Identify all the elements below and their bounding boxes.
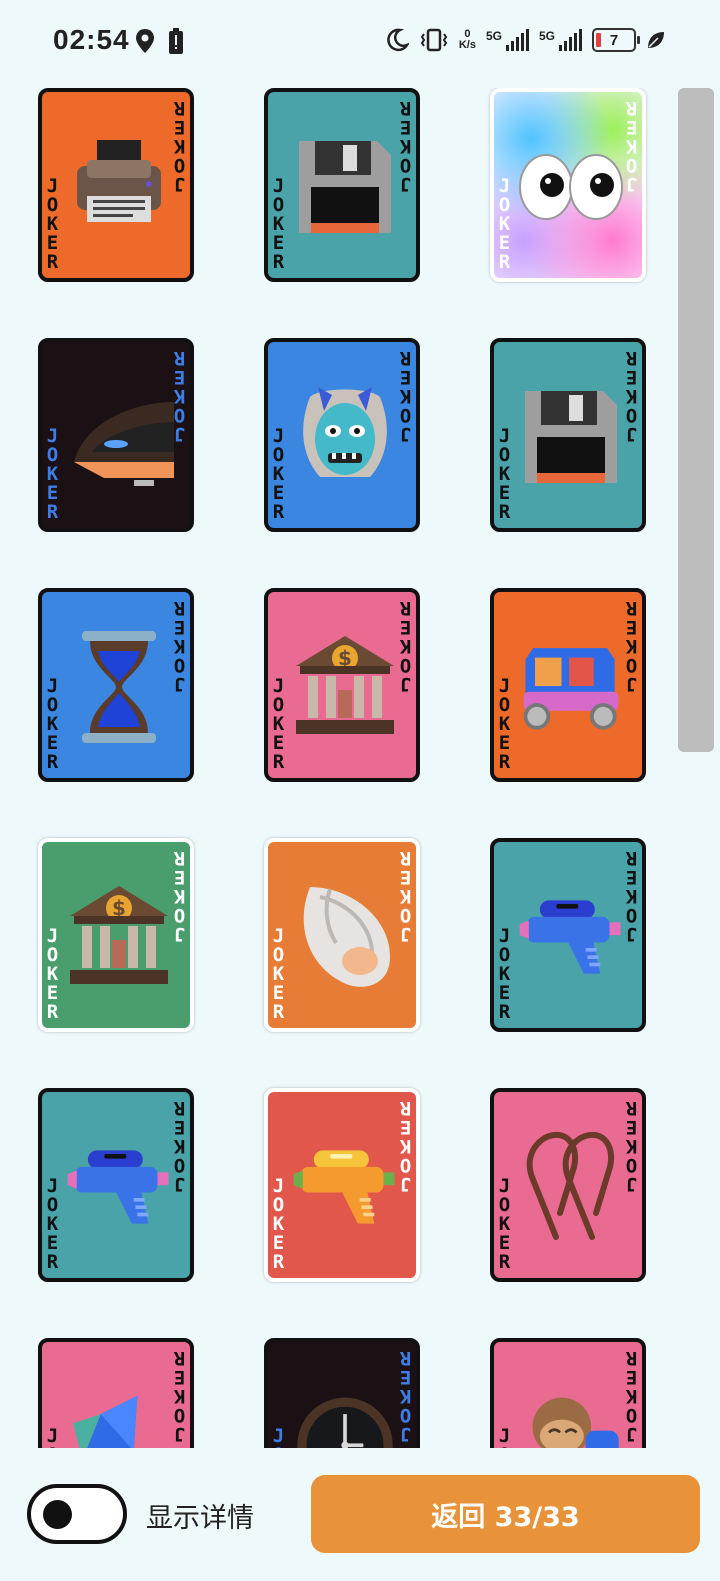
joker-card[interactable]: JOKER JOKER <box>38 588 194 782</box>
floppy-disk-icon <box>290 112 400 262</box>
joker-label-right: JOKER <box>399 1097 412 1195</box>
joker-label-left: JOKER <box>46 675 59 773</box>
bank-icon: $ <box>290 612 400 762</box>
joker-label-right: JOKER <box>399 1347 412 1445</box>
battery-indicator: 7 <box>592 28 640 52</box>
signal-sim2-label: 5G <box>538 29 555 43</box>
joker-label-right: JOKER <box>173 1347 186 1445</box>
joker-label-left: JOKER <box>498 1425 511 1449</box>
bank-icon: $ <box>64 862 174 1012</box>
battery-alert-icon <box>169 28 183 54</box>
joker-label-right: JOKER <box>625 847 638 945</box>
vibrate-icon <box>420 28 448 52</box>
googly-eyes-icon <box>516 112 626 262</box>
floppy-disk-icon <box>516 362 626 512</box>
joker-label-left: JOKER <box>46 1175 59 1273</box>
joker-label-left: JOKER <box>272 925 285 1023</box>
show-details-toggle[interactable] <box>27 1484 127 1544</box>
joker-label-left: JOKER <box>498 925 511 1023</box>
joker-label-right: JOKER <box>173 1097 186 1195</box>
status-bar: 02:54 0 K/s 5G 5G 7 <box>0 0 720 84</box>
network-speed: 0 K/s <box>459 29 476 51</box>
ogre-mask-icon <box>290 362 400 512</box>
auto-rickshaw-icon <box>516 612 626 762</box>
joker-label-left: JOKER <box>498 1175 511 1273</box>
return-button[interactable]: 返回 33/33 <box>311 1475 700 1553</box>
joker-card[interactable]: JOKER JOKER <box>38 1088 194 1282</box>
printer-icon <box>64 112 174 262</box>
joker-card[interactable]: JOKER JOKER <box>38 338 194 532</box>
joker-label-right: JOKER <box>625 1347 638 1445</box>
joker-card[interactable]: JOKER JOKER <box>264 338 420 532</box>
clock-icon <box>290 1362 400 1448</box>
joker-label-right: JOKER <box>625 347 638 445</box>
joker-card[interactable]: JOKER JOKER <box>490 88 646 282</box>
joker-label-left: JOKER <box>46 925 59 1023</box>
joker-card[interactable]: JOKER JOKER <box>38 1338 194 1448</box>
water-pistol-orange-icon <box>290 1112 400 1262</box>
joker-card[interactable]: $ JOKER JOKER <box>38 838 194 1032</box>
joker-label-right: JOKER <box>625 97 638 195</box>
joker-card[interactable]: JOKER JOKER <box>264 838 420 1032</box>
joker-label-left: JOKER <box>46 1425 59 1449</box>
status-indicators: 0 K/s 5G 5G 7 <box>385 28 666 52</box>
signal-sim1: 5G <box>486 29 529 51</box>
toggle-knob <box>43 1500 72 1529</box>
joker-label-right: JOKER <box>173 847 186 945</box>
joker-label-left: JOKER <box>272 675 285 773</box>
joker-card[interactable]: JOKER JOKER <box>264 1088 420 1282</box>
monkey-icon <box>516 1362 626 1448</box>
joker-label-left: JOKER <box>498 675 511 773</box>
show-details-label: 显示详情 <box>146 1503 254 1534</box>
joker-label-left: JOKER <box>272 175 285 273</box>
hourglass-icon <box>64 612 174 762</box>
joker-card[interactable]: JOKER JOKER <box>38 88 194 282</box>
joker-label-right: JOKER <box>399 847 412 945</box>
joker-label-left: JOKER <box>498 425 511 523</box>
card-grid[interactable]: JOKER JOKER JOKER JOKER JOKER JOKER JOKER JOKER… <box>0 88 720 1448</box>
joker-label-left: JOKER <box>46 425 59 523</box>
status-time: 02:54 <box>53 24 130 55</box>
joker-label-right: JOKER <box>173 97 186 195</box>
joker-card[interactable]: JOKER JOKER <box>490 1338 646 1448</box>
joker-label-right: JOKER <box>399 97 412 195</box>
kite-icon <box>64 1362 174 1448</box>
joker-label-right: JOKER <box>625 1097 638 1195</box>
joker-label-left: JOKER <box>272 425 285 523</box>
joker-card[interactable]: JOKER JOKER <box>490 1088 646 1282</box>
location-icon <box>136 29 154 53</box>
joker-label-right: JOKER <box>399 347 412 445</box>
signal-sim2: 5G <box>539 29 582 51</box>
joker-card[interactable]: JOKER JOKER <box>490 838 646 1032</box>
joker-card[interactable]: JOKER JOKER <box>490 588 646 782</box>
bullet-train-icon <box>64 362 174 512</box>
joker-label-right: JOKER <box>625 597 638 695</box>
water-pistol-icon <box>516 862 626 1012</box>
joker-label-right: JOKER <box>173 597 186 695</box>
joker-label-right: JOKER <box>399 597 412 695</box>
joker-card[interactable]: JOKER JOKER <box>490 338 646 532</box>
joker-label-left: JOKER <box>498 175 511 273</box>
moon-icon <box>387 28 409 52</box>
spiral-shell-icon <box>290 862 400 1012</box>
joker-label-right: JOKER <box>173 347 186 445</box>
battery-level: 7 <box>609 31 619 49</box>
leaf-icon <box>648 32 664 48</box>
signal-sim1-label: 5G <box>485 29 502 43</box>
joker-card[interactable]: JOKER JOKER <box>264 1338 420 1448</box>
linked-paperclips-icon <box>516 1112 626 1262</box>
joker-card[interactable]: $ JOKER JOKER <box>264 588 420 782</box>
joker-label-left: JOKER <box>272 1175 285 1273</box>
water-pistol-icon <box>64 1112 174 1262</box>
joker-label-left: JOKER <box>46 175 59 273</box>
joker-card[interactable]: JOKER JOKER <box>264 88 420 282</box>
network-speed-unit: K/s <box>458 39 476 51</box>
joker-label-left: JOKER <box>272 1425 285 1449</box>
scrollbar[interactable] <box>678 88 714 752</box>
